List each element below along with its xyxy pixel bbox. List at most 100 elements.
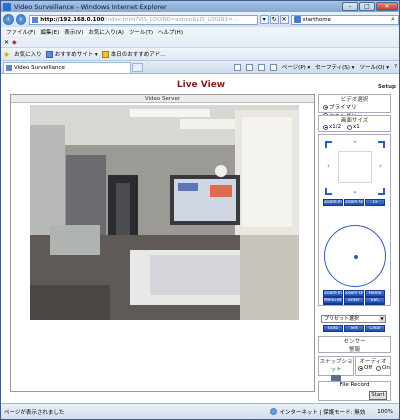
help-menu-icon[interactable]: ? bbox=[394, 64, 397, 70]
search-text: starthome bbox=[302, 16, 332, 23]
arrow-left-icon[interactable]: ‹ bbox=[327, 163, 330, 170]
ptz-home-button[interactable]: Home bbox=[365, 290, 385, 297]
preset-select-value: プリセット選択 bbox=[324, 316, 360, 322]
record-start-button[interactable]: Start bbox=[369, 391, 387, 400]
setup-link[interactable]: Setup bbox=[378, 84, 396, 90]
radio-primary-label: プライマリ bbox=[329, 105, 357, 111]
radio-full-size[interactable]: x1 bbox=[347, 124, 360, 130]
sensor-section: センサー 警報 bbox=[318, 336, 391, 353]
menu-file[interactable]: ファイル(F) bbox=[6, 28, 35, 36]
arrow-down-right-icon[interactable] bbox=[378, 188, 385, 195]
live-video-frame[interactable] bbox=[30, 105, 299, 320]
ptz-section: ⌃ ⌄ ‹ › Zoom In Zoom Out 1x Zoom In Zoom… bbox=[318, 134, 391, 306]
tab-title: Video Surveillance bbox=[14, 64, 65, 71]
tab-video-surveillance[interactable]: Video Surveillance bbox=[3, 61, 131, 73]
audio-on-radio[interactable]: On bbox=[376, 365, 390, 371]
arrow-down-icon[interactable]: ⌄ bbox=[352, 188, 358, 195]
security-zone-label: インターネット | 保護モード: 無効 bbox=[279, 409, 366, 416]
url-path: /index.html?ViS_LOGIN0=admin&LIS_LOGIN1=… bbox=[104, 16, 238, 23]
tab-row: Video Surveillance ページ(P) ▾ セーフティ(S) ▾ ツ… bbox=[1, 61, 399, 74]
preset-button-row: Goto Set Clear bbox=[323, 325, 386, 332]
favorites-star-icon[interactable]: ★ bbox=[3, 50, 10, 59]
toolbar-close-icon[interactable]: ✕ bbox=[4, 39, 9, 46]
esc-button[interactable]: ESC bbox=[365, 297, 385, 304]
stop-icon[interactable]: ✕ bbox=[279, 15, 289, 24]
search-input[interactable]: starthome ⌕ bbox=[290, 14, 399, 25]
feeds-icon[interactable] bbox=[245, 63, 253, 71]
close-button[interactable]: ✕ bbox=[376, 2, 398, 11]
suggested-sites-label: おすすめサイト ▾ bbox=[54, 52, 98, 58]
search-icon[interactable]: ⌕ bbox=[388, 15, 398, 24]
suggested-sites-icon bbox=[45, 50, 53, 58]
menu-btn-button[interactable]: Menu Btn bbox=[323, 297, 343, 304]
audio-off-radio[interactable]: Off bbox=[358, 365, 372, 371]
radio-half-size[interactable]: x1/2 bbox=[323, 124, 341, 130]
file-record-title: File Record bbox=[339, 382, 370, 388]
ptz-zoom-out-button[interactable]: Zoom Out bbox=[344, 290, 364, 297]
page-title: Live View bbox=[176, 80, 226, 90]
menu-help[interactable]: ヘルプ(H) bbox=[158, 28, 183, 36]
home-icon[interactable] bbox=[233, 63, 241, 71]
audio-on-label: On bbox=[382, 365, 390, 371]
refresh-icon[interactable]: ↻ bbox=[269, 15, 279, 24]
arrow-up-icon[interactable]: ⌃ bbox=[352, 141, 358, 148]
address-field[interactable]: http://192.168.0.100 /index.html?ViS_LOG… bbox=[29, 14, 258, 25]
menu-favorites[interactable]: お気に入り(A) bbox=[88, 28, 124, 36]
menu-edit[interactable]: 編集(E) bbox=[40, 28, 59, 36]
arrow-up-right-icon[interactable] bbox=[378, 141, 385, 148]
print-icon[interactable] bbox=[269, 63, 277, 71]
status-text: ページが表示されました bbox=[4, 409, 65, 416]
video-server-header: Video Server bbox=[11, 95, 314, 103]
camera-image bbox=[30, 105, 299, 320]
zoom-in-button[interactable]: Zoom In bbox=[323, 199, 343, 206]
title-bar: Video Surveillance - Windows Internet Ex… bbox=[1, 1, 399, 12]
dropdown-icon[interactable]: ▾ bbox=[259, 15, 269, 24]
video-select-title: ビデオ選択 bbox=[340, 97, 369, 103]
ptz-dial[interactable] bbox=[324, 225, 386, 287]
menu-bar: ファイル(F) 編集(E) 表示(V) お気に入り(A) ツール(T) ヘルプ(… bbox=[1, 27, 399, 37]
zoom-level[interactable]: 100% bbox=[377, 409, 393, 415]
zoom-1x-button[interactable]: 1x bbox=[365, 199, 385, 206]
security-zone[interactable]: インターネット | 保護モード: 無効 bbox=[270, 408, 365, 416]
url-host: http://192.168.0.100 bbox=[40, 16, 105, 23]
menu-view[interactable]: 表示(V) bbox=[64, 28, 83, 36]
suggested-sites-link[interactable]: おすすめサイト ▾ bbox=[45, 50, 98, 58]
maximize-button[interactable]: □ bbox=[359, 2, 375, 11]
web-slice-label: 本日のおすすめアド... bbox=[110, 52, 166, 58]
ptz-preview-area[interactable] bbox=[338, 151, 372, 183]
menu-tools[interactable]: ツール(T) bbox=[129, 28, 153, 36]
mail-icon[interactable] bbox=[257, 63, 265, 71]
preset-clear-button[interactable]: Clear bbox=[365, 325, 385, 332]
forward-button[interactable]: › bbox=[15, 14, 27, 25]
radio-full-size-label: x1 bbox=[353, 124, 360, 130]
back-button[interactable]: ‹ bbox=[3, 14, 14, 25]
window-title: Video Surveillance - Windows Internet Ex… bbox=[14, 2, 167, 11]
minimize-button[interactable]: – bbox=[342, 2, 358, 11]
chevron-down-icon: ▼ bbox=[379, 316, 385, 322]
page-content: Live View Setup Video Server ビデオ選択 プライマリ… bbox=[1, 74, 399, 403]
web-slice-link[interactable]: 本日のおすすめアド... bbox=[101, 50, 166, 58]
alarm-label: 警報 bbox=[348, 347, 360, 353]
tab-page-icon bbox=[6, 64, 12, 71]
preset-set-button[interactable]: Set bbox=[344, 325, 364, 332]
audio-off-label: Off bbox=[364, 365, 373, 371]
radio-primary-dot bbox=[323, 104, 328, 110]
safety-menu[interactable]: セーフティ(S) ▾ bbox=[315, 63, 354, 71]
toolbar-addon-icon[interactable]: ◆ bbox=[12, 39, 17, 46]
arrow-down-left-icon[interactable] bbox=[325, 188, 332, 195]
audio-on-dot bbox=[376, 365, 382, 371]
arrow-right-icon[interactable]: › bbox=[379, 163, 382, 170]
preset-goto-button[interactable]: Goto bbox=[323, 325, 343, 332]
favorites-button[interactable]: お気に入り bbox=[14, 50, 42, 58]
radio-primary[interactable]: プライマリ bbox=[323, 103, 357, 111]
enter-button[interactable]: Enter bbox=[344, 297, 364, 304]
sensor-title: センサー bbox=[343, 339, 366, 345]
tools-menu[interactable]: ツール(O) ▾ bbox=[359, 63, 389, 71]
preset-select[interactable]: プリセット選択 ▼ bbox=[321, 315, 386, 323]
new-tab-button[interactable] bbox=[132, 62, 143, 72]
zoom-out-button[interactable]: Zoom Out bbox=[344, 199, 364, 206]
ptz-button-row-3: Menu Btn Enter ESC bbox=[323, 297, 386, 304]
page-menu[interactable]: ページ(P) ▾ bbox=[282, 63, 311, 71]
arrow-up-left-icon[interactable] bbox=[325, 141, 332, 148]
ptz-zoom-in-button[interactable]: Zoom In bbox=[323, 290, 343, 297]
